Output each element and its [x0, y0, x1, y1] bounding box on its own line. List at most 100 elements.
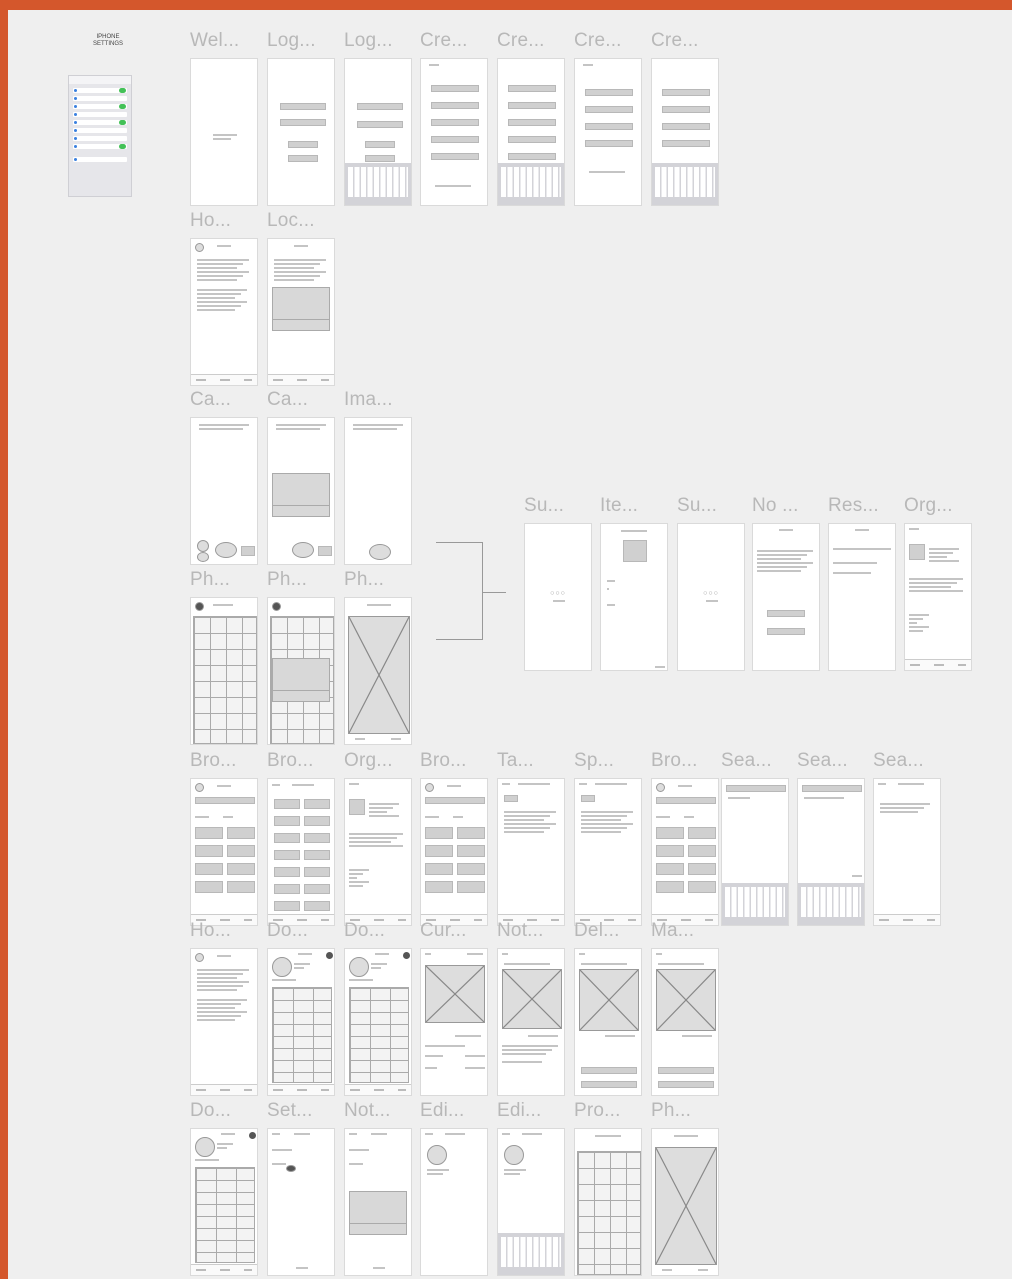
frame-label-create2[interactable]: Cre... [497, 30, 545, 52]
screen-search2[interactable] [797, 778, 865, 926]
frame-label-browse3[interactable]: Bro... [420, 750, 467, 772]
gallery-button[interactable] [197, 540, 209, 552]
category-tile[interactable] [656, 881, 684, 893]
category-tile[interactable] [656, 863, 684, 875]
category-tile[interactable] [425, 881, 453, 893]
frame-label-donate1[interactable]: Do... [267, 920, 308, 942]
frame-label-donate2[interactable]: Do... [344, 920, 385, 942]
frame-label-profile[interactable]: Pro... [574, 1100, 621, 1122]
category-tile[interactable] [457, 827, 485, 839]
org-button[interactable] [274, 867, 300, 877]
tab-bar[interactable] [191, 1084, 257, 1095]
org-button[interactable] [304, 867, 330, 877]
frame-label-notif1[interactable]: Not... [497, 920, 544, 942]
form-field[interactable] [767, 628, 805, 635]
form-field[interactable] [431, 136, 479, 143]
org-button[interactable] [304, 833, 330, 843]
screen-manage[interactable] [651, 948, 719, 1096]
form-field[interactable] [288, 155, 318, 162]
category-tile[interactable] [195, 827, 223, 839]
category-tile[interactable] [227, 845, 255, 857]
screen-home2[interactable] [190, 948, 258, 1096]
form-field[interactable] [767, 610, 805, 617]
frame-label-specify[interactable]: Sp... [574, 750, 614, 772]
screen-item[interactable] [600, 523, 668, 671]
frame-label-tab[interactable]: Ta... [497, 750, 534, 772]
location-permission-dialog[interactable] [272, 287, 330, 331]
form-field[interactable] [357, 103, 403, 110]
form-field[interactable] [585, 89, 633, 96]
form-field[interactable] [658, 1067, 714, 1074]
arrow-icon[interactable] [684, 816, 694, 818]
form-field[interactable] [585, 106, 633, 113]
category-tile[interactable] [227, 863, 255, 875]
form-field[interactable] [508, 102, 556, 109]
screen-edit2[interactable] [497, 1128, 565, 1276]
frame-label-camera2[interactable]: Ca... [267, 389, 308, 411]
category-tile[interactable] [195, 845, 223, 857]
screen-login1[interactable] [267, 58, 335, 206]
camera-permission-dialog[interactable] [272, 473, 330, 517]
screen-edit1[interactable] [420, 1128, 488, 1276]
frame-label-image[interactable]: Ima... [344, 389, 393, 411]
avatar[interactable] [504, 1145, 524, 1165]
form-field[interactable] [508, 85, 556, 92]
screen-noresults[interactable] [752, 523, 820, 671]
back-icon[interactable] [272, 602, 281, 611]
keyboard[interactable] [498, 163, 564, 205]
arrow-icon[interactable] [465, 1067, 485, 1069]
search-field[interactable] [726, 785, 786, 792]
frame-label-search1[interactable]: Sea... [721, 750, 772, 772]
form-field[interactable] [662, 123, 710, 130]
category-tile[interactable] [425, 827, 453, 839]
tab-bar[interactable] [191, 1264, 257, 1275]
frame-label-delete[interactable]: Del... [574, 920, 620, 942]
frame-label-photo1[interactable]: Ph... [190, 569, 230, 591]
settings-gear-icon[interactable] [403, 952, 410, 959]
screen-create2[interactable] [497, 58, 565, 206]
frame-label-org2[interactable]: Org... [344, 750, 393, 772]
form-field[interactable] [431, 119, 479, 126]
category-tile[interactable] [656, 827, 684, 839]
retake-button[interactable] [662, 1269, 672, 1271]
org-button[interactable] [304, 799, 330, 809]
screen-org1[interactable] [904, 523, 972, 671]
org-button[interactable] [304, 850, 330, 860]
photos-permission-dialog[interactable] [272, 658, 330, 702]
frame-label-photo4[interactable]: Ph... [651, 1100, 691, 1122]
screen-submit1[interactable]: ○○○ [524, 523, 592, 671]
frame-label-results[interactable]: Res... [828, 495, 879, 517]
screen-submit2[interactable]: ○○○ [677, 523, 745, 671]
form-field[interactable] [585, 140, 633, 147]
frame-label-home1[interactable]: Ho... [190, 210, 231, 232]
frame-label-login1[interactable]: Log... [267, 30, 316, 52]
category-tile[interactable] [457, 845, 485, 857]
shutter-button[interactable] [292, 542, 314, 558]
screen-settings[interactable] [267, 1128, 335, 1276]
frame-label-search2[interactable]: Sea... [797, 750, 848, 772]
frame-label-org1[interactable]: Org... [904, 495, 953, 517]
tab-bar[interactable] [191, 374, 257, 385]
screen-donate3[interactable] [190, 1128, 258, 1276]
org-button[interactable] [304, 901, 330, 911]
org-button[interactable] [274, 884, 300, 894]
frame-label-home2[interactable]: Ho... [190, 920, 231, 942]
org-button[interactable] [274, 799, 300, 809]
form-field[interactable] [581, 795, 595, 802]
frame-label-camera1[interactable]: Ca... [190, 389, 231, 411]
category-tile[interactable] [688, 881, 716, 893]
screen-image[interactable] [344, 417, 412, 565]
screen-browse4[interactable] [651, 778, 719, 926]
org-button[interactable] [304, 816, 330, 826]
arrow-icon[interactable] [453, 816, 463, 818]
frame-label-submit1[interactable]: Su... [524, 495, 564, 517]
screen-specify[interactable] [574, 778, 642, 926]
form-field[interactable] [431, 153, 479, 160]
donation-grid[interactable] [272, 987, 332, 1083]
frame-label-create4[interactable]: Cre... [651, 30, 699, 52]
search-field[interactable] [425, 797, 485, 804]
screen-results[interactable] [828, 523, 896, 671]
category-tile[interactable] [195, 863, 223, 875]
screen-browse3[interactable] [420, 778, 488, 926]
screen-photo3[interactable] [344, 597, 412, 745]
